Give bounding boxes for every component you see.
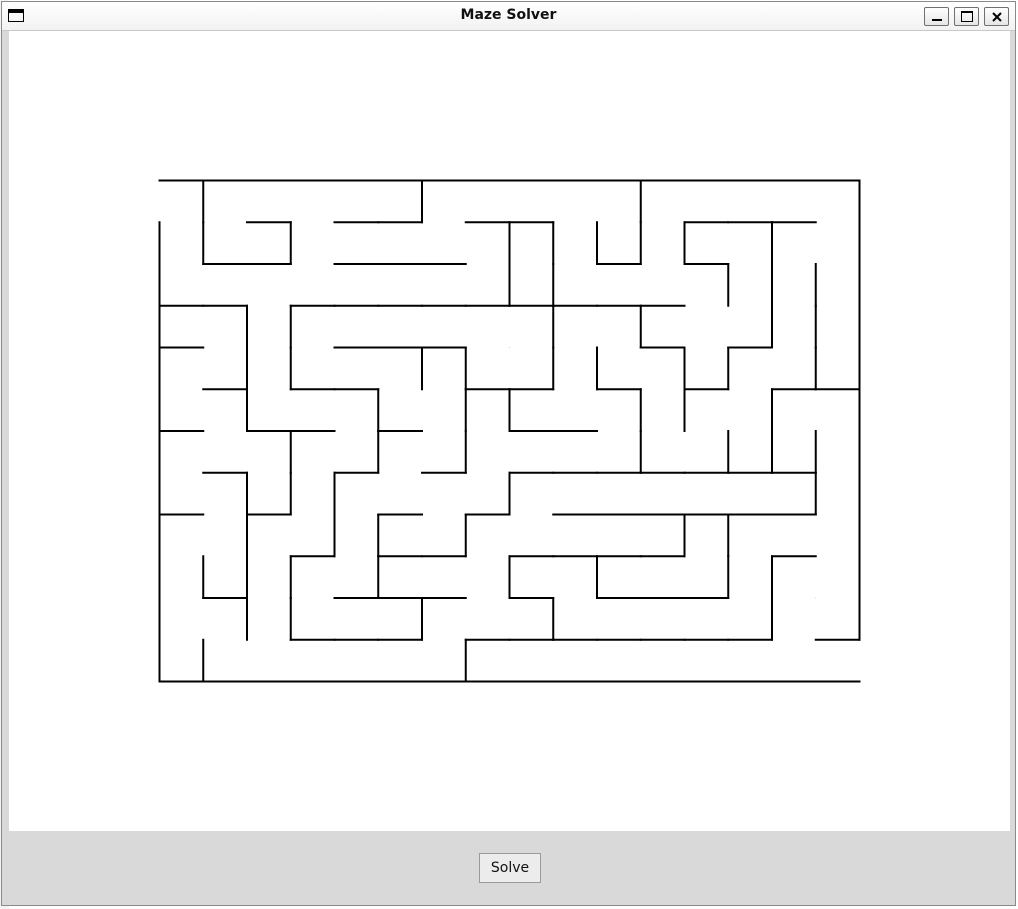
grid-point xyxy=(815,597,817,599)
maximize-button[interactable] xyxy=(954,7,979,26)
maze-canvas[interactable] xyxy=(9,31,1010,831)
maze xyxy=(158,179,861,683)
title-bar[interactable]: Maze Solver xyxy=(2,2,1015,31)
close-icon xyxy=(992,12,1002,22)
maze-solver-window: Maze Solver Solve xyxy=(1,1,1016,906)
minimize-button[interactable] xyxy=(924,7,949,26)
window-title: Maze Solver xyxy=(460,7,557,23)
close-button[interactable] xyxy=(984,7,1009,26)
grid-point xyxy=(509,347,510,348)
solve-button[interactable]: Solve xyxy=(479,853,541,883)
